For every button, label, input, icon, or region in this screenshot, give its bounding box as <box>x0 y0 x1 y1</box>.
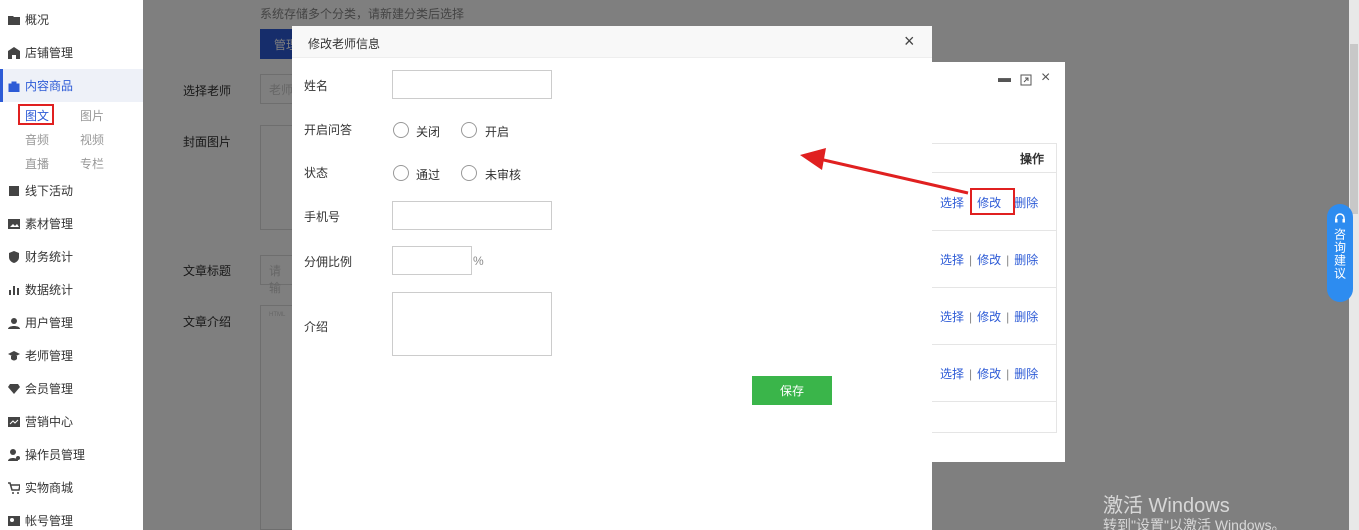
consult-button[interactable]: 咨询建议 <box>1327 204 1353 302</box>
headset-icon <box>1335 213 1345 223</box>
activation-watermark: 激活 Windows <box>1103 495 1230 517</box>
annotation-arrow <box>800 148 969 195</box>
scrollbar-thumb[interactable] <box>1350 44 1358 214</box>
activation-watermark-sub: 转到"设置"以激活 Windows。 <box>1103 517 1286 530</box>
consult-label: 咨询建议 <box>1332 228 1347 280</box>
